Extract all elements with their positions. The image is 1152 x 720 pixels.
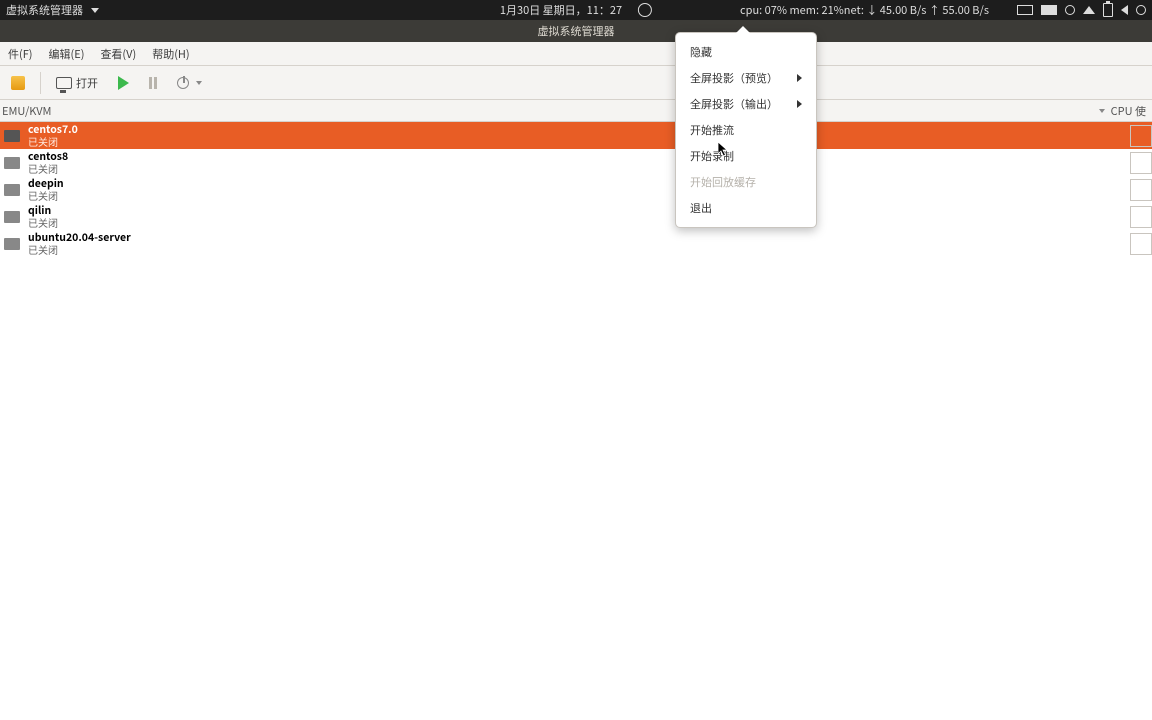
vm-state: 已关闭	[28, 190, 64, 202]
vm-monitor-icon	[4, 211, 20, 223]
run-button[interactable]	[111, 71, 136, 95]
menu-item-fullscreen-output[interactable]: 全屏投影（输出）	[676, 91, 816, 117]
menu-item-exit[interactable]: 退出	[676, 195, 816, 221]
menu-item-label: 开始推流	[690, 122, 734, 138]
tray-keyboard-icon[interactable]	[1041, 5, 1057, 15]
open-button[interactable]: 打开	[49, 70, 105, 96]
play-icon	[118, 76, 129, 90]
monitor-icon	[56, 77, 72, 89]
cpu-usage-chart	[1130, 179, 1152, 201]
system-stats[interactable]: cpu: 07% mem: 21%net: ↓ 45.00 B/s ↑ 55.0…	[740, 2, 989, 18]
menu-item-label: 全屏投影（预览）	[690, 70, 778, 86]
chevron-right-icon	[797, 74, 802, 82]
vm-state: 已关闭	[28, 136, 78, 148]
circle-dot-icon[interactable]	[1065, 5, 1075, 15]
menu-help[interactable]: 帮助(H)	[146, 44, 195, 64]
tray-rect-icon[interactable]	[1017, 5, 1033, 15]
menu-item-label: 开始回放缓存	[690, 174, 756, 190]
vm-state: 已关闭	[28, 244, 131, 256]
chevron-right-icon	[797, 100, 802, 108]
obs-tray-menu: 隐藏 全屏投影（预览） 全屏投影（输出） 开始推流 开始录制 开始回放缓存 退出	[675, 32, 817, 228]
vm-monitor-icon	[4, 157, 20, 169]
menu-item-fullscreen-preview[interactable]: 全屏投影（预览）	[676, 65, 816, 91]
power-icon	[177, 77, 189, 89]
menu-item-start-stream[interactable]: 开始推流	[676, 117, 816, 143]
menu-item-label: 退出	[690, 200, 712, 216]
cpu-usage-chart	[1130, 152, 1152, 174]
power-icon[interactable]	[1136, 5, 1146, 15]
menu-file[interactable]: 件(F)	[2, 44, 39, 64]
vm-row[interactable]: centos8 已关闭	[0, 149, 1152, 176]
chevron-down-icon	[196, 81, 202, 85]
open-label: 打开	[76, 75, 98, 91]
battery-icon[interactable]	[1103, 3, 1113, 17]
datetime[interactable]: 1月30日 星期日，11：27	[500, 2, 622, 18]
new-vm-button[interactable]	[4, 71, 32, 95]
menubar: 件(F) 编辑(E) 查看(V) 帮助(H)	[0, 42, 1152, 66]
vm-state: 已关闭	[28, 163, 68, 175]
system-tray	[1017, 3, 1146, 17]
vm-state: 已关闭	[28, 217, 58, 229]
gnome-top-bar: 虚拟系统管理器 1月30日 星期日，11：27 cpu: 07% mem: 21…	[0, 0, 1152, 20]
column-headers: EMU/KVM CPU 使	[0, 100, 1152, 122]
window-titlebar: 虚拟系统管理器	[0, 20, 1152, 42]
menu-item-start-record[interactable]: 开始录制	[676, 143, 816, 169]
menu-item-label: 开始录制	[690, 148, 734, 164]
vm-row[interactable]: centos7.0 已关闭	[0, 122, 1152, 149]
pause-button[interactable]	[142, 72, 164, 94]
chevron-down-icon[interactable]	[1099, 109, 1105, 113]
app-menu[interactable]: 虚拟系统管理器	[6, 2, 99, 18]
cpu-usage-chart	[1130, 125, 1152, 147]
app-menu-title: 虚拟系统管理器	[6, 2, 83, 18]
vm-row[interactable]: ubuntu20.04-server 已关闭	[0, 230, 1152, 257]
vm-row[interactable]: deepin 已关闭	[0, 176, 1152, 203]
pause-icon	[149, 77, 157, 89]
cpu-usage-chart	[1130, 206, 1152, 228]
column-cpu[interactable]: CPU 使	[1111, 103, 1146, 119]
window-title: 虚拟系统管理器	[538, 23, 615, 39]
toolbar: 打开	[0, 66, 1152, 100]
chevron-down-icon	[91, 8, 99, 13]
vm-row[interactable]: qilin 已关闭	[0, 203, 1152, 230]
menu-view[interactable]: 查看(V)	[94, 44, 142, 64]
vm-monitor-icon	[4, 130, 20, 142]
menu-item-label: 隐藏	[690, 44, 712, 60]
obs-tray-icon[interactable]	[638, 3, 652, 17]
volume-icon[interactable]	[1121, 5, 1128, 15]
wifi-icon[interactable]	[1083, 6, 1095, 14]
cpu-usage-chart	[1130, 233, 1152, 255]
vm-monitor-icon	[4, 184, 20, 196]
menu-item-hide[interactable]: 隐藏	[676, 39, 816, 65]
vm-monitor-icon	[4, 238, 20, 250]
column-connection[interactable]: EMU/KVM	[2, 103, 51, 119]
menu-item-start-replay-buffer: 开始回放缓存	[676, 169, 816, 195]
menu-item-label: 全屏投影（输出）	[690, 96, 778, 112]
power-menu-button[interactable]	[170, 72, 209, 94]
vm-list: centos7.0 已关闭 centos8 已关闭 deepin 已关闭 qil…	[0, 122, 1152, 257]
separator	[40, 72, 41, 94]
menu-edit[interactable]: 编辑(E)	[43, 44, 91, 64]
